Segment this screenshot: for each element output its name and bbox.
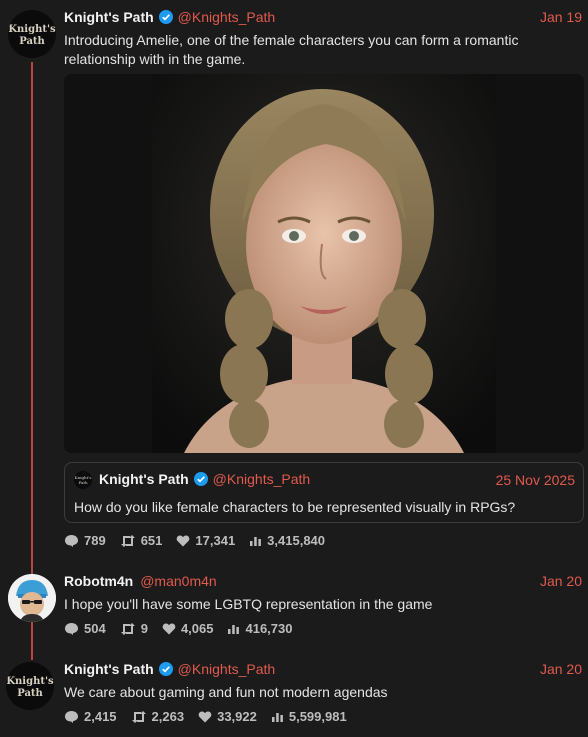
reply-button[interactable]: 504 <box>64 621 106 636</box>
post-date[interactable]: Jan 20 <box>540 661 582 677</box>
repost-count: 2,263 <box>151 709 185 724</box>
post-text: We care about gaming and fun not modern … <box>64 684 388 700</box>
author-name[interactable]: Knight's Path <box>64 9 154 25</box>
post-stats: 2,415 2,263 33,922 5,599,981 <box>64 709 347 724</box>
reply-count: 2,415 <box>84 709 117 724</box>
like-button[interactable]: 33,922 <box>198 709 257 724</box>
quoted-date[interactable]: 25 Nov 2025 <box>496 472 575 488</box>
repost-count: 9 <box>140 621 148 636</box>
quoted-author-handle[interactable]: @Knights_Path <box>213 471 311 487</box>
quoted-avatar[interactable]: Knight's Path <box>74 471 92 489</box>
like-button[interactable]: 17,341 <box>176 533 235 548</box>
post-2[interactable]: Robotm4n @man0m4n Jan 20 I hope you'll h… <box>0 565 588 655</box>
repost-icon <box>131 710 146 723</box>
knights-path-logo: Knight's Path <box>8 10 56 58</box>
like-icon <box>177 535 190 547</box>
author-name[interactable]: Knight's Path <box>64 661 154 677</box>
views-button[interactable]: 416,730 <box>227 621 292 636</box>
quoted-text: How do you like female characters to be … <box>74 499 516 515</box>
reply-icon <box>65 622 78 635</box>
post-3[interactable]: Knight's Path Knight's Path @Knights_Pat… <box>0 653 588 737</box>
views-count: 416,730 <box>245 621 293 636</box>
repost-button[interactable]: 2,263 <box>131 709 185 724</box>
views-count: 5,599,981 <box>288 709 347 724</box>
svg-text:Knight's: Knight's <box>6 676 54 687</box>
repost-button[interactable]: 651 <box>120 533 163 548</box>
quoted-author-name[interactable]: Knight's Path <box>99 471 189 487</box>
post-text: Introducing Amelie, one of the female ch… <box>64 32 519 67</box>
views-icon <box>228 625 240 634</box>
author-handle[interactable]: @man0m4n <box>140 573 216 589</box>
like-count: 33,922 <box>217 709 257 724</box>
like-count: 17,341 <box>195 533 236 548</box>
like-button[interactable]: 4,065 <box>162 621 214 636</box>
like-count: 4,065 <box>180 621 214 636</box>
user-avatar-image <box>8 574 56 622</box>
verified-icon <box>158 662 173 676</box>
views-button[interactable]: 3,415,840 <box>249 533 325 548</box>
author-handle[interactable]: @Knights_Path <box>178 9 276 25</box>
repost-icon <box>120 622 135 635</box>
verified-icon <box>193 472 208 486</box>
repost-icon <box>120 534 135 547</box>
quoted-post[interactable]: Knight's Path Knight's Path @Knights_Pat… <box>64 462 584 523</box>
avatar[interactable]: Knight's Path <box>6 662 54 710</box>
svg-text:Path: Path <box>19 36 45 47</box>
author-name[interactable]: Robotm4n <box>64 573 133 589</box>
post-1[interactable]: Knight's Path Knight's Path @Knights_Pat… <box>0 0 588 560</box>
views-count: 3,415,840 <box>267 533 326 548</box>
post-stats: 504 9 4,065 416,730 <box>64 621 292 636</box>
svg-text:Path: Path <box>17 688 43 699</box>
repost-count: 651 <box>140 533 163 548</box>
post-date[interactable]: Jan 20 <box>540 573 582 589</box>
svg-text:Path: Path <box>78 480 88 485</box>
avatar[interactable] <box>8 574 56 622</box>
knights-path-logo: Knight's Path <box>74 471 92 489</box>
views-button[interactable]: 5,599,981 <box>271 709 347 724</box>
avatar[interactable]: Knight's Path <box>8 10 56 58</box>
views-icon <box>250 537 262 546</box>
author-handle[interactable]: @Knights_Path <box>178 661 276 677</box>
like-icon <box>162 623 176 635</box>
like-icon <box>198 711 212 723</box>
post-stats: 789 651 17,341 3,415,840 <box>64 533 325 548</box>
views-icon <box>271 713 283 722</box>
post-image[interactable] <box>64 74 584 453</box>
reply-count: 789 <box>84 533 106 548</box>
repost-button[interactable]: 9 <box>120 621 148 636</box>
svg-text:Knight's: Knight's <box>8 24 56 35</box>
knights-path-logo: Knight's Path <box>6 662 54 710</box>
character-portrait <box>64 74 584 453</box>
verified-icon <box>158 10 173 24</box>
reply-button[interactable]: 789 <box>64 533 106 548</box>
reply-icon <box>65 534 78 547</box>
post-date[interactable]: Jan 19 <box>540 9 582 25</box>
reply-button[interactable]: 2,415 <box>64 709 117 724</box>
reply-count: 504 <box>84 621 106 636</box>
reply-icon <box>65 710 78 723</box>
post-text: I hope you'll have some LGBTQ representa… <box>64 596 433 612</box>
